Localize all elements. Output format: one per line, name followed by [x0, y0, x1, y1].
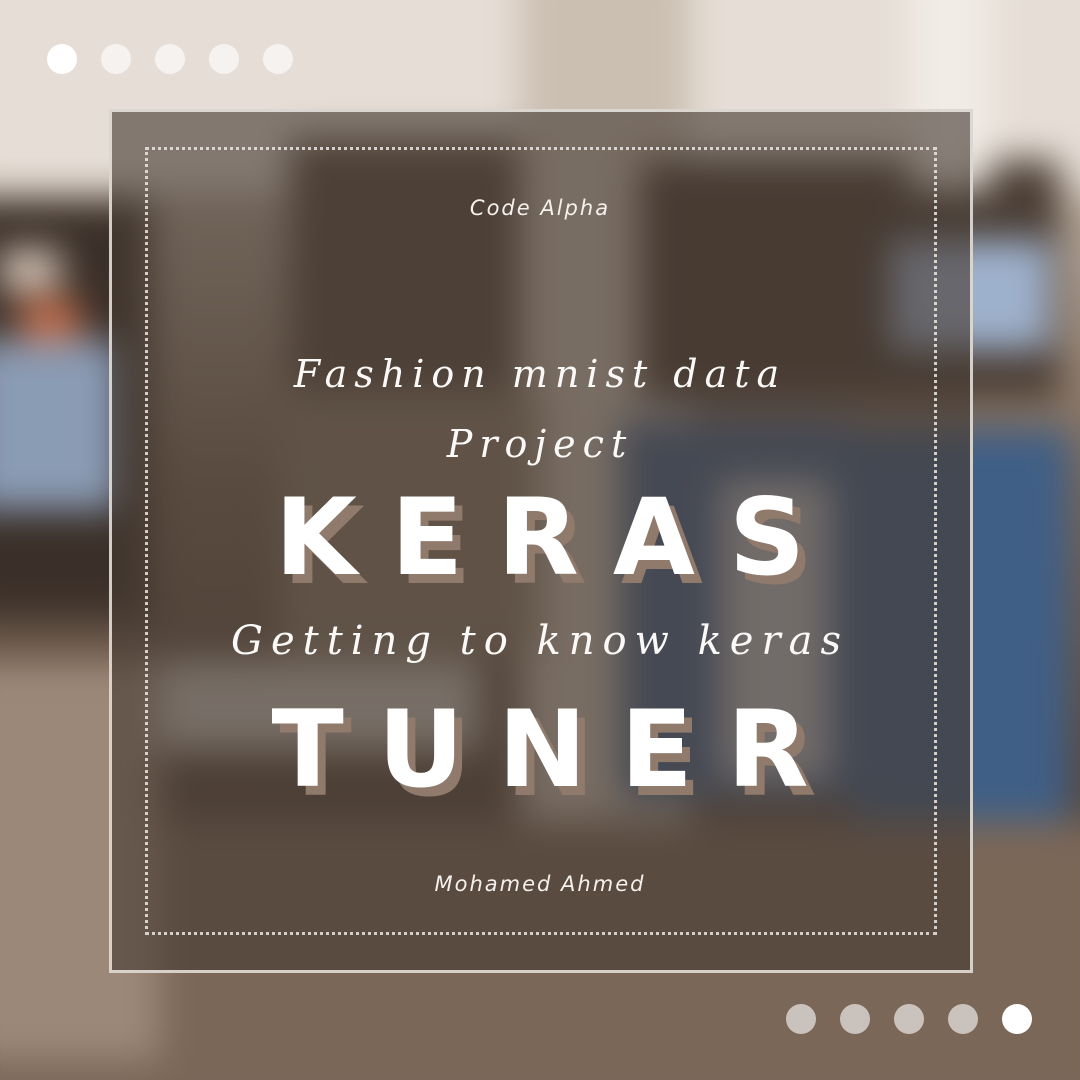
pagination-dot[interactable] — [209, 44, 239, 74]
pagination-dot[interactable] — [786, 1004, 816, 1034]
subtitle-line-1: Fashion mnist data — [293, 352, 787, 396]
pagination-dot[interactable] — [894, 1004, 924, 1034]
pagination-dot[interactable] — [47, 44, 77, 74]
author-label: Mohamed Ahmed — [434, 872, 646, 896]
pagination-dot[interactable] — [1002, 1004, 1032, 1034]
headline-keras: KERAS — [274, 476, 840, 599]
brand-label: Code Alpha — [469, 196, 611, 220]
pagination-dot[interactable] — [840, 1004, 870, 1034]
tagline: Getting to know keras — [231, 618, 849, 664]
pagination-dot[interactable] — [155, 44, 185, 74]
headline-tuner: TUNER — [271, 688, 843, 811]
pagination-dots-bottom — [786, 1004, 1032, 1034]
subtitle-line-2: Project — [446, 422, 634, 466]
pagination-dots-top — [47, 44, 293, 74]
pagination-dot[interactable] — [948, 1004, 978, 1034]
pagination-dot[interactable] — [263, 44, 293, 74]
pagination-dot[interactable] — [101, 44, 131, 74]
